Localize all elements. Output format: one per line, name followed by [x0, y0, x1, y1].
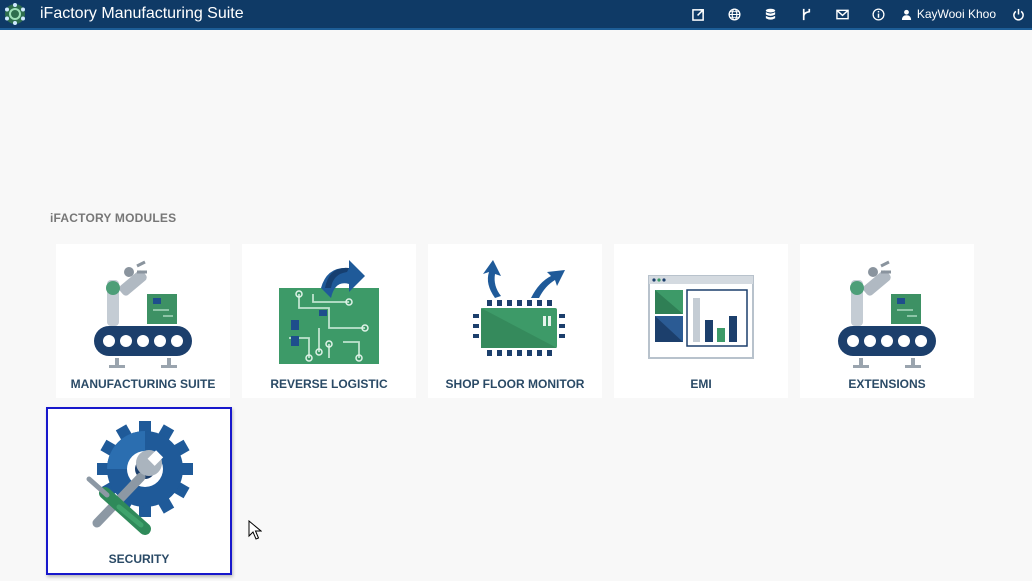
- module-label: EMI: [690, 377, 712, 391]
- external-link-icon[interactable]: [681, 0, 717, 28]
- module-label: EXTENSIONS: [848, 377, 926, 391]
- mouse-pointer-icon: [248, 520, 262, 540]
- mail-icon[interactable]: [825, 0, 861, 28]
- module-tile-shop-floor-monitor[interactable]: SHOP FLOOR MONITOR: [428, 244, 602, 398]
- gear-tools-icon: [86, 421, 193, 535]
- user-menu[interactable]: KayWooi Khoo: [897, 0, 1004, 28]
- header-toolbar: KayWooi Khoo: [681, 0, 1032, 28]
- module-label: REVERSE LOGISTIC: [270, 377, 388, 391]
- module-label: MANUFACTURING SUITE: [70, 377, 216, 391]
- module-tile-reverse-logistic[interactable]: REVERSE LOGISTIC: [242, 244, 416, 398]
- app-title: iFactory Manufacturing Suite: [40, 5, 244, 22]
- globe-icon[interactable]: [717, 0, 753, 28]
- robot-arm-conveyor-icon: [94, 260, 192, 368]
- chip-icon: [473, 260, 565, 356]
- power-icon[interactable]: [1004, 0, 1032, 28]
- user-icon: [901, 9, 911, 20]
- module-tile-security[interactable]: SECURITY: [46, 407, 232, 575]
- dashboard-chart-icon: [648, 275, 754, 359]
- module-tile-manufacturing-suite[interactable]: MANUFACTURING SUITE: [56, 244, 230, 398]
- module-tile-extensions[interactable]: EXTENSIONS: [800, 244, 974, 398]
- top-bar: iFactory Manufacturing Suite KayWooi Kho…: [0, 0, 1032, 30]
- circuit-board-return-icon: [279, 260, 379, 364]
- module-label: SHOP FLOOR MONITOR: [445, 377, 585, 391]
- module-label: SECURITY: [108, 552, 170, 566]
- section-title: iFACTORY MODULES: [50, 211, 177, 225]
- app-logo-icon[interactable]: [3, 2, 27, 26]
- branch-icon[interactable]: [789, 0, 825, 28]
- robot-arm-conveyor-icon: [838, 260, 936, 368]
- database-icon[interactable]: [753, 0, 789, 28]
- module-tile-emi[interactable]: EMI: [614, 244, 788, 398]
- info-icon[interactable]: [861, 0, 897, 28]
- user-name: KayWooi Khoo: [916, 7, 996, 21]
